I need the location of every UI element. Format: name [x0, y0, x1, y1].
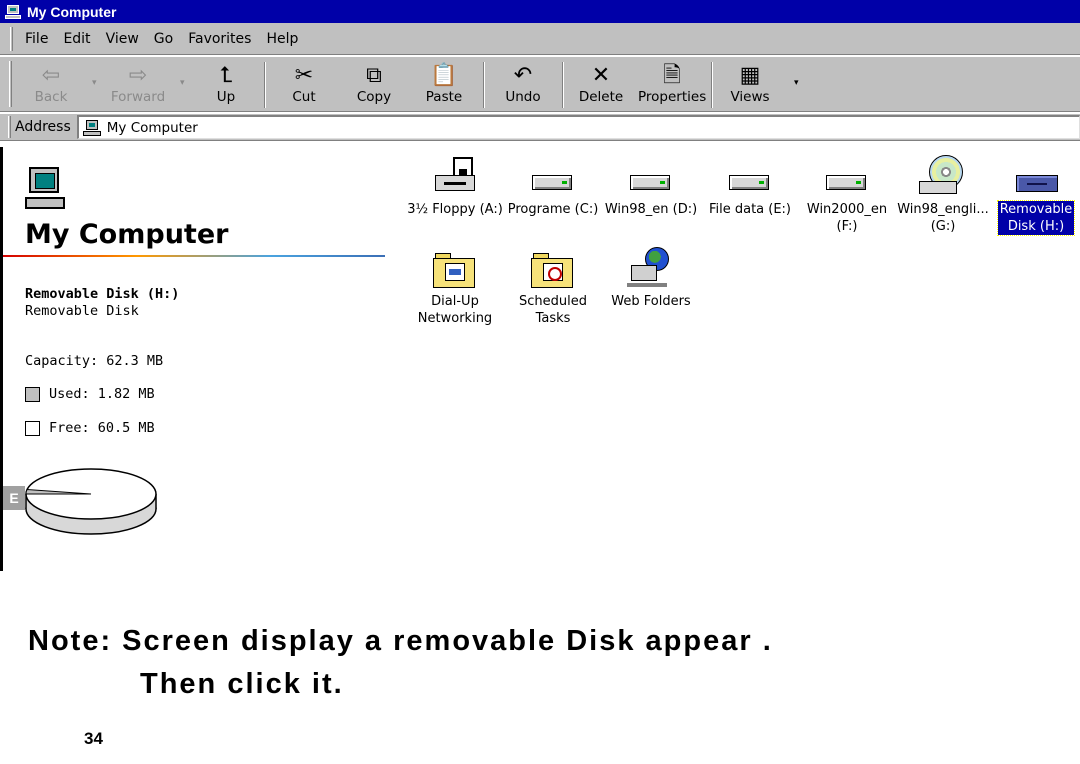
address-field[interactable]: My Computer	[76, 115, 1080, 139]
icon-floppy-drive[interactable]: 3½ Floppy (A:)	[405, 155, 505, 218]
icon-cd-drive-g[interactable]: Win98_engli... (G:)	[893, 155, 993, 235]
note-line-2: Then click it.	[140, 668, 344, 700]
menu-go[interactable]: Go	[154, 31, 173, 47]
address-bar-grip[interactable]	[8, 116, 11, 138]
icon-scheduled-tasks[interactable]: Scheduled Tasks	[503, 247, 603, 327]
cut-button[interactable]: ✂ Cut	[276, 57, 332, 111]
back-dropdown[interactable]: ▾	[86, 57, 98, 111]
hard-drive-icon	[823, 155, 871, 199]
delete-button[interactable]: ✕ Delete	[572, 57, 630, 111]
selected-item-type: Removable Disk	[25, 303, 139, 319]
copy-icon: ⧉	[366, 63, 382, 88]
content-area: My Computer Removable Disk (H:) Removabl…	[0, 147, 1080, 571]
dial-up-folder-icon	[431, 247, 479, 291]
icon-drive-d[interactable]: Win98_en (D:)	[601, 155, 701, 218]
menu-edit[interactable]: Edit	[63, 31, 90, 47]
my-computer-icon	[5, 4, 21, 19]
chevron-down-icon: ▾	[794, 77, 799, 87]
clipboard-icon: 📋	[430, 63, 458, 88]
capacity-text: Capacity: 62.3 MB	[25, 353, 164, 369]
icon-removable-disk-h[interactable]: Removable Disk (H:)	[992, 155, 1080, 236]
address-label: Address	[15, 119, 71, 135]
icon-caption: Win2000_en (F:)	[806, 202, 888, 234]
icon-caption: Removable Disk (H:)	[996, 200, 1076, 236]
icon-drive-f[interactable]: Win2000_en (F:)	[797, 155, 897, 235]
disk-usage-pie	[25, 468, 157, 535]
address-value: My Computer	[106, 119, 198, 136]
heading-divider	[3, 255, 385, 257]
cd-drive-icon	[919, 155, 967, 199]
icon-caption: Programe (C:)	[507, 202, 599, 217]
icon-caption: Win98_engli... (G:)	[897, 202, 989, 234]
hard-drive-icon	[529, 155, 577, 199]
toolbar-separator	[562, 62, 564, 108]
page-title: My Computer	[25, 219, 229, 250]
my-computer-icon	[82, 119, 101, 136]
toolbar-separator	[483, 62, 485, 108]
toolbar-separator	[711, 62, 713, 108]
explorer-window: My Computer File Edit View Go Favorites …	[0, 0, 1080, 571]
free-legend: Free: 60.5 MB	[25, 420, 155, 436]
paste-button[interactable]: 📋 Paste	[414, 57, 474, 111]
info-pane: My Computer Removable Disk (H:) Removabl…	[3, 147, 393, 571]
views-dropdown[interactable]: ▾	[788, 57, 800, 111]
note-line-1: Note: Screen display a removable Disk ap…	[28, 625, 773, 657]
free-swatch	[25, 420, 40, 436]
used-legend: Used: 1.82 MB	[25, 386, 155, 402]
used-text: Used: 1.82 MB	[49, 386, 155, 402]
scheduled-tasks-folder-icon	[529, 247, 577, 291]
up-button[interactable]: ⮤ Up	[196, 57, 256, 111]
icon-caption: Dial-Up Networking	[417, 294, 493, 326]
selected-item-name: Removable Disk (H:)	[25, 286, 180, 302]
standard-toolbar: ⇦ Back ▾ ⇨ Forward ▾ ⮤ Up ✂ Cut ⧉ Copy 📋…	[0, 56, 1080, 112]
removable-disk-icon	[1012, 155, 1060, 199]
chevron-down-icon: ▾	[92, 77, 97, 87]
icon-web-folders[interactable]: Web Folders	[601, 247, 701, 310]
properties-icon: 🗎	[663, 63, 681, 88]
icon-caption: Win98_en (D:)	[604, 202, 698, 217]
copy-button[interactable]: ⧉ Copy	[345, 57, 403, 111]
floppy-drive-icon	[431, 155, 479, 199]
hard-drive-icon	[627, 155, 675, 199]
web-folders-globe-icon	[627, 247, 675, 291]
up-folder-icon: ⮤	[219, 63, 233, 88]
views-button[interactable]: ▦ Views	[722, 57, 778, 111]
views-grid-icon: ▦	[739, 63, 761, 88]
my-computer-icon	[25, 167, 65, 211]
drive-letter-tag: E	[3, 486, 25, 510]
scissors-icon: ✂	[294, 63, 314, 88]
menu-help[interactable]: Help	[266, 31, 298, 47]
menu-favorites[interactable]: Favorites	[188, 31, 251, 47]
icon-caption: File data (E:)	[708, 202, 792, 217]
forward-arrow-icon: ⇨	[128, 63, 148, 88]
toolbar-grip[interactable]	[9, 61, 12, 107]
undo-button[interactable]: ↶ Undo	[494, 57, 552, 111]
properties-button[interactable]: 🗎 Properties	[638, 57, 706, 111]
delete-x-icon: ✕	[591, 63, 611, 88]
icon-caption: 3½ Floppy (A:)	[407, 202, 503, 217]
menu-bar: File Edit View Go Favorites Help	[0, 23, 1080, 55]
icon-caption: Web Folders	[611, 294, 691, 309]
window-title: My Computer	[27, 3, 117, 20]
hard-drive-icon	[726, 155, 774, 199]
forward-button[interactable]: ⇨ Forward	[104, 57, 172, 111]
forward-dropdown[interactable]: ▾	[174, 57, 186, 111]
chevron-down-icon: ▾	[180, 77, 185, 87]
free-text: Free: 60.5 MB	[49, 420, 155, 436]
toolbar-separator	[264, 62, 266, 108]
page-number: 34	[84, 729, 103, 748]
menu-view[interactable]: View	[106, 31, 139, 47]
icon-caption: Scheduled Tasks	[519, 294, 587, 326]
menu-bar-grip[interactable]	[10, 26, 13, 51]
menu-file[interactable]: File	[25, 31, 48, 47]
icon-drive-c[interactable]: Programe (C:)	[503, 155, 603, 218]
icon-drive-e[interactable]: File data (E:)	[700, 155, 800, 218]
used-swatch	[25, 386, 40, 402]
undo-icon: ↶	[513, 63, 533, 88]
address-bar: Address My Computer	[0, 113, 1080, 141]
back-button[interactable]: ⇦ Back	[22, 57, 80, 111]
back-arrow-icon: ⇦	[41, 63, 61, 88]
title-bar[interactable]: My Computer	[0, 0, 1080, 23]
icon-dial-up-networking[interactable]: Dial-Up Networking	[405, 247, 505, 327]
